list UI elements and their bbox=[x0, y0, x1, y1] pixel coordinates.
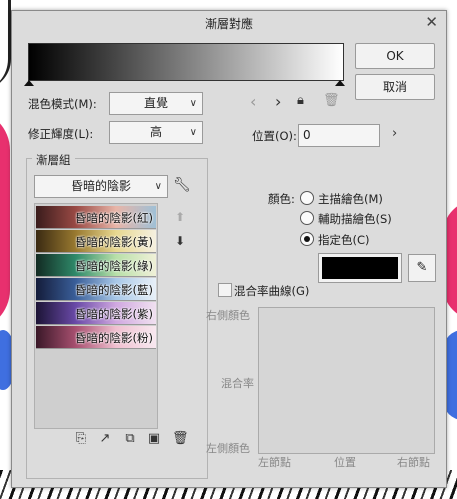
ok-button[interactable]: OK bbox=[355, 43, 435, 69]
trash-icon[interactable]: 🗑︎ bbox=[323, 93, 340, 108]
correction-select[interactable]: 高 ∨ bbox=[109, 121, 203, 144]
gradient-preview-bar[interactable] bbox=[28, 43, 344, 81]
gradient-set-value: 昏暗的陰影 bbox=[70, 179, 131, 193]
blend-mode-label: 混色模式(M): bbox=[28, 97, 97, 111]
gradient-list-item[interactable]: 昏暗的陰影(粉) bbox=[36, 326, 156, 349]
blend-mode-value: 直覺 bbox=[143, 96, 168, 110]
curve-x-mid-label: 位置 bbox=[334, 456, 356, 469]
gradient-list-item[interactable]: 昏暗的陰影(綠) bbox=[36, 254, 156, 277]
gradient-list-item[interactable]: 昏暗的陰影(藍) bbox=[36, 278, 156, 301]
gradient-set-title: 漸層組 bbox=[32, 152, 75, 168]
lock-node-icon[interactable]: 🔒︎ bbox=[297, 93, 304, 108]
add-from-current-icon[interactable]: ⎘ bbox=[74, 432, 88, 446]
blend-mode-select[interactable]: 直覺 ∨ bbox=[109, 92, 203, 115]
chevron-right-icon[interactable]: › bbox=[392, 126, 397, 141]
chevron-left-icon[interactable]: ‹ bbox=[250, 92, 256, 111]
radio-specified-color[interactable] bbox=[300, 232, 314, 246]
correction-value: 高 bbox=[149, 125, 162, 139]
chevron-down-icon: ∨ bbox=[189, 98, 197, 109]
dialog-title: 漸層對應 bbox=[204, 17, 253, 31]
chevron-right-icon[interactable]: › bbox=[275, 92, 281, 111]
radio-sub-color[interactable] bbox=[300, 211, 314, 225]
blend-curve-checkbox[interactable] bbox=[218, 283, 232, 297]
position-input[interactable]: 0 bbox=[298, 124, 380, 147]
gradient-map-dialog: 漸層對應 ✕ OK 取消 混色模式(M): 直覺 ∨ 修正輝度(L): 高 ∨ … bbox=[11, 10, 447, 488]
artwork-shape bbox=[0, 110, 10, 330]
radio-sub-color-label: 輔助描繪色(S) bbox=[318, 212, 392, 226]
add-gradient-icon[interactable]: ▣ bbox=[147, 432, 161, 446]
gradient-stop-right[interactable] bbox=[335, 80, 345, 86]
gradient-list-item[interactable]: 昏暗的陰影(紅) bbox=[36, 206, 156, 229]
duplicate-icon[interactable]: ⧉ bbox=[123, 432, 137, 446]
wrench-icon[interactable]: 🔧︎ bbox=[173, 177, 191, 193]
trash-icon[interactable]: 🗑︎ bbox=[172, 432, 189, 446]
curve-y-top-label: 右側顏色 bbox=[206, 309, 250, 322]
gradient-set-select[interactable]: 昏暗的陰影 ∨ bbox=[34, 175, 168, 198]
move-up-icon[interactable]: ⬆ bbox=[175, 210, 185, 224]
gradient-list-item[interactable]: 昏暗的陰影(黃) bbox=[36, 230, 156, 253]
move-down-icon[interactable]: ⬇ bbox=[175, 234, 185, 248]
radio-specified-color-label: 指定色(C) bbox=[318, 233, 370, 247]
artwork-shape bbox=[0, 0, 11, 90]
radio-main-color[interactable] bbox=[300, 191, 314, 205]
correction-label: 修正輝度(L): bbox=[28, 127, 94, 141]
close-icon[interactable]: ✕ bbox=[425, 13, 438, 31]
blend-curve-label: 混合率曲線(G) bbox=[234, 284, 310, 298]
cancel-button[interactable]: 取消 bbox=[355, 74, 435, 100]
position-label: 位置(O): bbox=[252, 129, 297, 143]
color-label: 顏色: bbox=[268, 192, 295, 206]
blend-curve-graph[interactable] bbox=[258, 307, 435, 454]
chevron-down-icon: ∨ bbox=[189, 127, 197, 138]
title-bar: 漸層對應 ✕ bbox=[12, 11, 446, 33]
curve-y-bottom-label: 左側顏色 bbox=[206, 442, 250, 455]
curve-y-mid-label: 混合率 bbox=[221, 377, 254, 390]
color-swatch[interactable] bbox=[318, 253, 402, 283]
export-icon[interactable]: ↗ bbox=[98, 432, 112, 446]
radio-main-color-label: 主描繪色(M) bbox=[318, 192, 383, 206]
chevron-down-icon: ∨ bbox=[154, 181, 162, 192]
gradient-list: 昏暗的陰影(紅) 昏暗的陰影(黃) 昏暗的陰影(綠) 昏暗的陰影(藍) 昏暗的陰… bbox=[34, 203, 158, 429]
gradient-stop-left[interactable] bbox=[24, 80, 34, 86]
eyedropper-icon[interactable]: ✎ bbox=[408, 254, 436, 282]
gradient-list-item[interactable]: 昏暗的陰影(紫) bbox=[36, 302, 156, 325]
curve-x-right-label: 右節點 bbox=[397, 456, 430, 469]
curve-x-left-label: 左節點 bbox=[258, 456, 291, 469]
